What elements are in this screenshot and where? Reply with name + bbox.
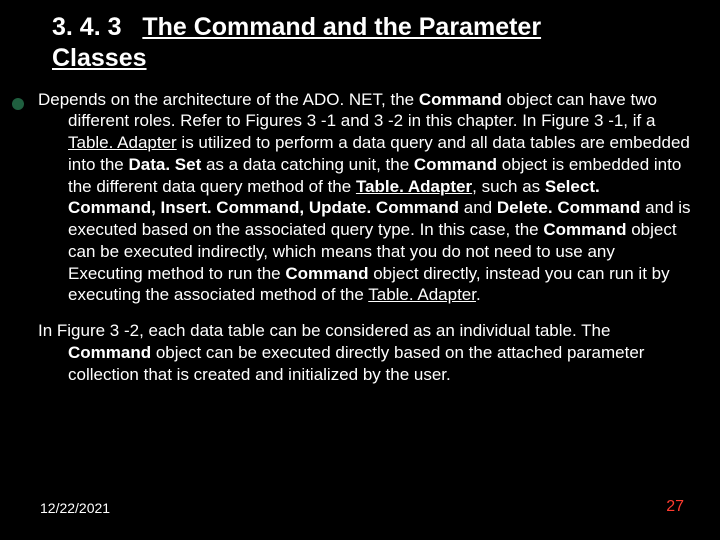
term-command: Command xyxy=(414,155,497,174)
text-run: and xyxy=(459,198,497,217)
term-tableadapter: Table. Adapter xyxy=(68,133,177,152)
footer-date: 12/22/2021 xyxy=(40,500,110,516)
term-command: Command xyxy=(419,90,502,109)
text-run: . xyxy=(476,285,481,304)
paragraph-2: In Figure 3 -2, each data table can be c… xyxy=(38,320,692,385)
text-run: In Figure 3 -2, each data table can be c… xyxy=(38,321,610,340)
slide: 3. 4. 3 The Command and the Parameter Cl… xyxy=(0,0,720,540)
footer-page: 27 xyxy=(666,498,684,516)
term-command: Command xyxy=(285,264,368,283)
body-text: Depends on the architecture of the ADO. … xyxy=(38,89,692,386)
text-run: Depends on the architecture of the ADO. … xyxy=(38,90,419,109)
text-run: as a data catching unit, the xyxy=(201,155,414,174)
term-command: Command xyxy=(68,343,151,362)
term-deletecommand: Delete. Command xyxy=(497,198,641,217)
term-tableadapter: Table. Adapter xyxy=(356,177,472,196)
term-tableadapter: Table. Adapter xyxy=(368,285,476,304)
heading-number: 3. 4. 3 xyxy=(52,13,122,41)
term-dataset: Data. Set xyxy=(129,155,202,174)
section-heading: 3. 4. 3 The Command and the Parameter Cl… xyxy=(52,12,612,75)
paragraph-1: Depends on the architecture of the ADO. … xyxy=(38,89,692,307)
text-run: object can be executed directly based on… xyxy=(68,343,644,384)
bullet-icon xyxy=(12,98,24,110)
heading-title: The Command and the Parameter Classes xyxy=(52,13,541,72)
term-command: Command xyxy=(543,220,626,239)
text-run: , such as xyxy=(472,177,545,196)
